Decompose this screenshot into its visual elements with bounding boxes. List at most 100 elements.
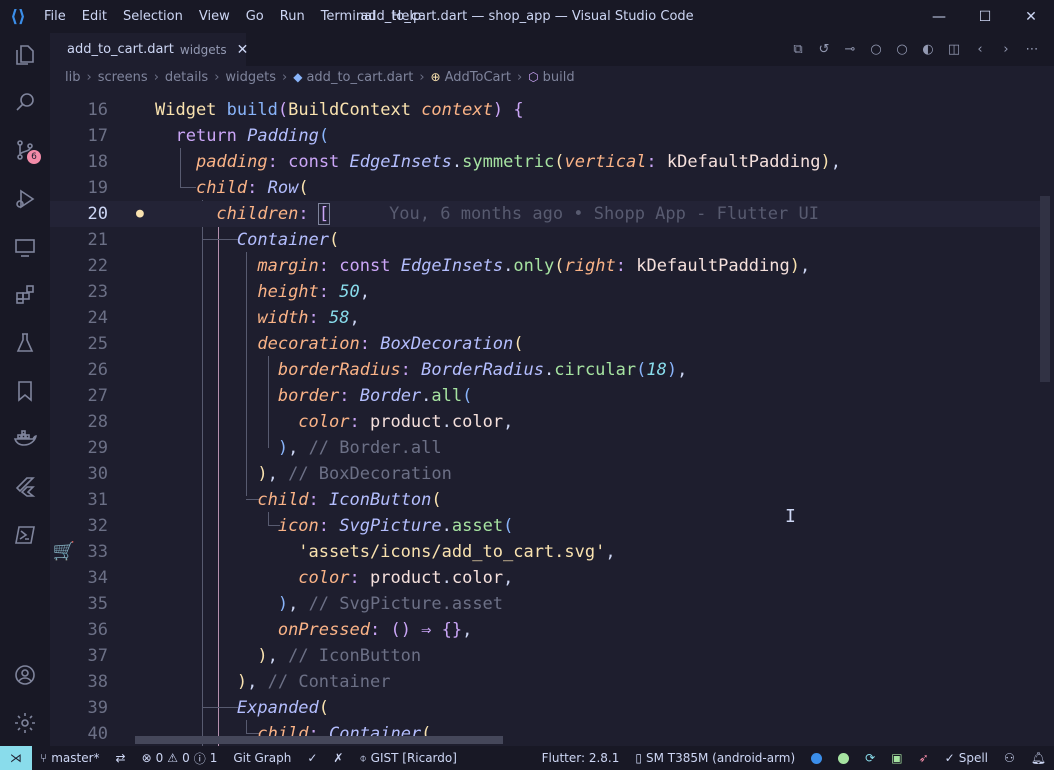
horizontal-scrollbar[interactable] bbox=[135, 736, 503, 744]
code-editor[interactable]: 16 Widget build(BuildContext context) { 1… bbox=[50, 88, 1054, 746]
line-number: 34 bbox=[87, 568, 108, 588]
flutter-icon[interactable] bbox=[0, 467, 50, 507]
maximize-button[interactable]: ☐ bbox=[962, 0, 1008, 33]
breadcrumb: lib › screens › details › widgets › ◆ add_to_… bbox=[50, 66, 1054, 88]
close-button[interactable]: ✕ bbox=[1008, 0, 1054, 33]
blue-dot-icon[interactable] bbox=[803, 752, 830, 764]
tab-add-to-cart[interactable]: add_to_cart.dart widgets ✕ bbox=[50, 33, 249, 66]
more-actions-icon[interactable]: ⋯ bbox=[1024, 41, 1040, 57]
split-editor-icon[interactable]: ◫ bbox=[946, 41, 962, 57]
remote-indicator-icon[interactable]: ⋊ bbox=[0, 746, 32, 770]
feedback-icon[interactable]: ⚇ bbox=[996, 751, 1023, 765]
menu-terminal[interactable]: Terminal bbox=[313, 9, 384, 24]
code-line: 34 color: product.color, bbox=[50, 565, 1040, 591]
breadcrumb-item[interactable]: details bbox=[165, 70, 208, 85]
breadcrumb-item[interactable]: add_to_cart.dart bbox=[306, 70, 413, 85]
sync-icon[interactable]: ⇄ bbox=[108, 751, 134, 765]
check-icon: ✓ bbox=[944, 751, 955, 765]
rocket-icon[interactable]: ➶ bbox=[911, 751, 937, 765]
notifications-icon[interactable]: 🔔︎ bbox=[1023, 751, 1054, 765]
vertical-scrollbar[interactable] bbox=[1040, 196, 1050, 382]
menu-run[interactable]: Run bbox=[272, 9, 313, 24]
check-icon[interactable]: ✓ bbox=[299, 751, 325, 765]
explorer-icon[interactable] bbox=[0, 35, 50, 75]
timeline-icon[interactable]: ↺ bbox=[816, 41, 832, 57]
go-back-icon[interactable]: ‹ bbox=[972, 41, 988, 57]
flutter-version[interactable]: Flutter: 2.8.1 bbox=[534, 751, 628, 765]
code-line: 22 margin: const EdgeInsets.only(right: … bbox=[50, 253, 1040, 279]
source-control-icon[interactable]: 6 bbox=[0, 130, 50, 170]
code-line: 31 child: IconButton( bbox=[50, 487, 1040, 513]
breadcrumb-item[interactable]: lib bbox=[65, 70, 80, 85]
code-line: 26 borderRadius: BorderRadius.circular(1… bbox=[50, 357, 1040, 383]
device-name: SM T385M (android-arm) bbox=[645, 751, 796, 765]
line-number: 30 bbox=[87, 464, 108, 484]
remote-explorer-icon[interactable] bbox=[0, 227, 50, 267]
search-icon[interactable] bbox=[0, 82, 50, 122]
code-line: 38 ), // Container bbox=[50, 669, 1040, 695]
go-forward-icon[interactable]: › bbox=[998, 41, 1014, 57]
lightbulb-icon[interactable]: ● bbox=[136, 201, 144, 227]
spell-label: Spell bbox=[958, 751, 988, 765]
window-controls: — ☐ ✕ bbox=[916, 0, 1054, 33]
chevron-right-icon: › bbox=[282, 69, 288, 85]
branch-status[interactable]: ⑂ master* bbox=[32, 751, 108, 765]
line-number: 17 bbox=[87, 126, 108, 146]
minimize-button[interactable]: — bbox=[916, 0, 962, 33]
code-line: 37 ), // IconButton bbox=[50, 643, 1040, 669]
compare-icon[interactable]: ⧉ bbox=[790, 41, 806, 57]
code-line: 24 width: 58, bbox=[50, 305, 1040, 331]
account-icon[interactable] bbox=[0, 655, 50, 695]
menu-view[interactable]: View bbox=[191, 9, 238, 24]
info-count: 1 bbox=[209, 751, 218, 765]
testing-icon[interactable] bbox=[0, 323, 50, 363]
settings-icon[interactable] bbox=[0, 703, 50, 743]
breadcrumb-item[interactable]: screens bbox=[98, 70, 148, 85]
green-dot-icon[interactable] bbox=[830, 752, 857, 764]
previous-change-icon[interactable]: ○ bbox=[868, 41, 884, 57]
code-line: 21 Container( bbox=[50, 227, 1040, 253]
line-number: 28 bbox=[87, 412, 108, 432]
excel-icon[interactable]: ▣ bbox=[883, 751, 910, 765]
menu-selection[interactable]: Selection bbox=[115, 9, 191, 24]
chevron-right-icon: › bbox=[214, 69, 220, 85]
docker-icon[interactable] bbox=[0, 419, 50, 459]
next-change-icon[interactable]: ○ bbox=[894, 41, 910, 57]
git-branch-icon: ⑂ bbox=[40, 751, 48, 765]
title-bar: ⟨⟩ File Edit Selection View Go Run Termi… bbox=[0, 0, 1054, 33]
info-icon: ⓘ bbox=[193, 751, 206, 766]
bookmarks-icon[interactable] bbox=[0, 371, 50, 411]
refresh-icon[interactable]: ⟳ bbox=[857, 751, 883, 765]
run-debug-icon[interactable] bbox=[0, 179, 50, 219]
menu-file[interactable]: File bbox=[36, 9, 74, 24]
line-number: 31 bbox=[87, 490, 108, 510]
error-count: 0 bbox=[155, 751, 164, 765]
cross-icon[interactable]: ✗ bbox=[325, 751, 351, 765]
device-selector[interactable]: ▯ SM T385M (android-arm) bbox=[627, 751, 803, 765]
class-icon: ⊕ bbox=[430, 70, 441, 84]
code-line: 35 ), // SvgPicture.asset bbox=[50, 591, 1040, 617]
breadcrumb-item[interactable]: build bbox=[543, 70, 575, 85]
chevron-right-icon: › bbox=[153, 69, 159, 85]
gist-status[interactable]: ⌽ GIST [Ricardo] bbox=[351, 751, 464, 766]
breadcrumb-item[interactable]: widgets bbox=[225, 70, 276, 85]
breadcrumb-item[interactable]: AddToCart bbox=[445, 70, 511, 85]
extensions-icon[interactable] bbox=[0, 275, 50, 315]
git-graph-button[interactable]: Git Graph bbox=[225, 751, 299, 765]
menu-go[interactable]: Go bbox=[238, 9, 272, 24]
code-line: 39 Expanded( bbox=[50, 695, 1040, 721]
gist-label: GIST [Ricardo] bbox=[370, 751, 457, 765]
blame-icon[interactable]: ◐ bbox=[920, 41, 936, 57]
code-line: 33 🛒 'assets/icons/add_to_cart.svg', bbox=[50, 539, 1040, 565]
line-number: 20 bbox=[87, 204, 108, 224]
problems-status[interactable]: ⊗ 0 ⚠ 0 ⓘ 1 bbox=[134, 750, 226, 767]
code-line: 29 ), // Border.all bbox=[50, 435, 1040, 461]
tab-close-icon[interactable]: ✕ bbox=[237, 42, 249, 58]
powershell-icon[interactable] bbox=[0, 515, 50, 555]
menu-edit[interactable]: Edit bbox=[74, 9, 115, 24]
git-commit-icon[interactable]: ⊸ bbox=[842, 41, 858, 57]
menu-help[interactable]: Help bbox=[384, 9, 430, 24]
line-number: 32 bbox=[87, 516, 108, 536]
spell-check-button[interactable]: ✓ Spell bbox=[937, 751, 996, 765]
line-number: 37 bbox=[87, 646, 108, 666]
